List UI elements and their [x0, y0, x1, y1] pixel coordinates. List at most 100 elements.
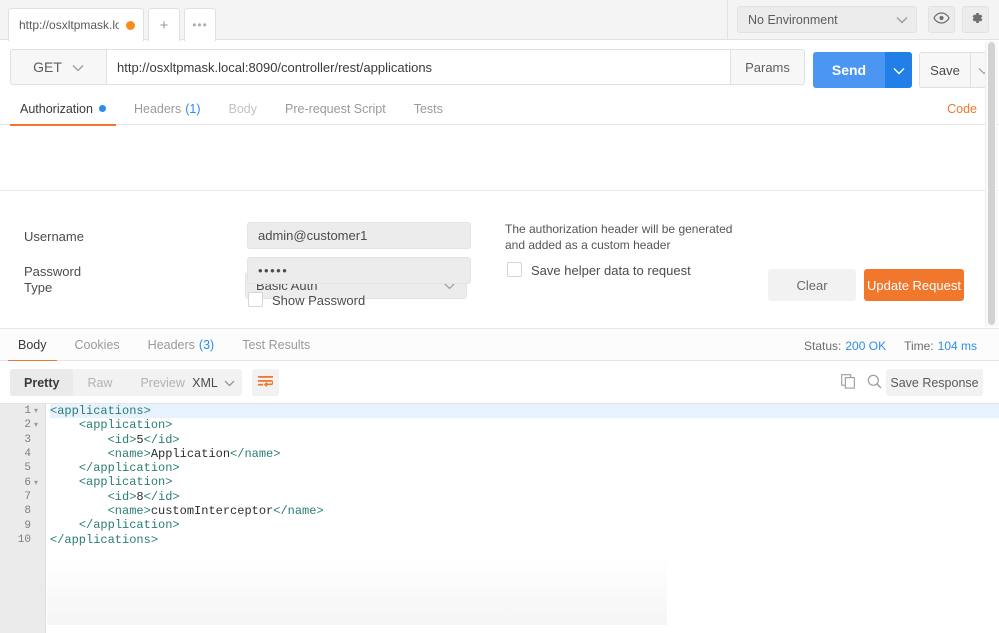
- response-tab-headers[interactable]: Headers (3): [138, 329, 225, 361]
- response-tab-body[interactable]: Body: [8, 329, 57, 362]
- tab-body[interactable]: Body: [219, 93, 268, 125]
- send-button[interactable]: Send: [813, 52, 885, 88]
- code-link-label: Code: [947, 102, 977, 116]
- auth-help-text: The authorization header will be generat…: [505, 222, 733, 252]
- view-mode-pretty[interactable]: Pretty: [10, 369, 74, 396]
- username-label: Username: [24, 229, 84, 244]
- password-input[interactable]: •••••: [247, 257, 471, 284]
- view-mode-preview-label: Preview: [140, 375, 185, 390]
- response-toolbar: Pretty Raw Preview XML Save Response: [0, 361, 999, 403]
- response-body-editor[interactable]: 1 ▾ 2 ▾ 3 4 5 6 ▾ 7 8 9 10 <applications> <applicati…: [0, 403, 999, 633]
- editor-line-number: 1 ▾: [24, 405, 38, 418]
- response-format-selector[interactable]: XML: [185, 369, 242, 396]
- request-section-tabs: Authorization Headers (1) Body Pre-reque…: [0, 93, 999, 126]
- send-options-button[interactable]: [885, 52, 912, 88]
- request-pane-scrollbar-thumb[interactable]: [988, 42, 995, 325]
- gear-icon: [968, 10, 984, 29]
- params-button-label: Params: [745, 59, 790, 75]
- copy-icon: [840, 374, 856, 392]
- unsaved-dot-icon: [126, 20, 135, 30]
- auth-section-divider: [0, 190, 999, 191]
- response-status-bar: Status: 200 OK Time: 104 ms: [804, 329, 977, 362]
- update-request-button-label: Update Request: [867, 277, 961, 293]
- auth-type-row: Type Basic Auth Clear Update Request: [0, 126, 999, 301]
- chevron-down-icon: [893, 63, 905, 78]
- view-mode-raw-label: Raw: [87, 375, 113, 390]
- settings-button[interactable]: [962, 6, 989, 33]
- editor-line-number-gutter: 1 ▾ 2 ▾ 3 4 5 6 ▾ 7 8 9 10: [0, 404, 46, 633]
- editor-line-number: 8: [24, 505, 31, 518]
- response-section-tabs: Body Cookies Headers (3) Test Results St…: [0, 328, 999, 362]
- tab-headers-count: (1): [185, 101, 201, 116]
- tab-headers[interactable]: Headers (1): [124, 93, 211, 125]
- more-tabs-button[interactable]: •••: [184, 8, 216, 41]
- save-response-button-label: Save Response: [890, 375, 979, 390]
- username-input-value: admin@customer1: [258, 228, 368, 243]
- response-tab-cookies-label: Cookies: [74, 337, 120, 352]
- environment-quick-look-button[interactable]: [928, 6, 955, 33]
- editor-line-number: 4: [24, 448, 31, 461]
- environment-selector-label: No Environment: [748, 12, 838, 27]
- save-response-button[interactable]: Save Response: [886, 369, 983, 396]
- response-tab-body-label: Body: [18, 337, 47, 352]
- tab-pre-request-script-label: Pre-request Script: [285, 101, 386, 116]
- editor-code-line[interactable]: <application>: [50, 418, 999, 432]
- chevron-down-icon: [896, 13, 908, 27]
- editor-code-line[interactable]: <name>customInterceptor</name>: [50, 504, 999, 518]
- auth-configured-dot-icon: [98, 105, 106, 112]
- editor-code-line[interactable]: <id>8</id>: [50, 490, 999, 504]
- topbar-divider: [727, 0, 728, 40]
- clear-auth-button[interactable]: Clear: [768, 269, 856, 301]
- word-wrap-toggle[interactable]: [252, 369, 279, 396]
- params-button[interactable]: Params: [731, 49, 805, 85]
- eye-icon: [933, 12, 950, 27]
- chevron-down-icon: [72, 59, 84, 75]
- editor-line-number: 5: [24, 462, 31, 475]
- save-helper-data-checkbox[interactable]: [507, 262, 522, 277]
- editor-code-line[interactable]: <application>: [50, 475, 999, 489]
- top-bar: http://osxltpmask.loca + ••• No Environm…: [0, 0, 999, 41]
- username-input[interactable]: admin@customer1: [247, 222, 471, 249]
- update-request-button[interactable]: Update Request: [864, 269, 964, 301]
- response-tab-test-results[interactable]: Test Results: [232, 329, 320, 361]
- new-tab-button[interactable]: +: [148, 8, 180, 41]
- editor-code-area[interactable]: <applications> <application> <id>5</id> …: [47, 404, 999, 633]
- editor-code-line[interactable]: </application>: [50, 461, 999, 475]
- request-tab-label: http://osxltpmask.loca: [19, 18, 119, 32]
- show-password-checkbox[interactable]: [248, 292, 263, 307]
- save-button-label: Save: [930, 62, 960, 78]
- postman-window: http://osxltpmask.loca + ••• No Environm…: [0, 0, 999, 633]
- code-link[interactable]: Code: [947, 93, 977, 125]
- editor-line-number: 10: [17, 533, 31, 546]
- http-method-selector[interactable]: GET: [10, 49, 106, 85]
- copy-response-button[interactable]: [838, 373, 858, 393]
- environment-selector[interactable]: No Environment: [737, 6, 917, 33]
- search-icon: [867, 374, 882, 392]
- tab-tests[interactable]: Tests: [404, 93, 453, 125]
- search-response-button[interactable]: [864, 373, 884, 393]
- view-mode-pretty-label: Pretty: [24, 375, 60, 390]
- time-label: Time:: [904, 338, 934, 353]
- tab-tests-label: Tests: [413, 101, 443, 116]
- response-tab-cookies[interactable]: Cookies: [65, 329, 130, 361]
- editor-code-line[interactable]: <name>Application</name>: [50, 447, 999, 461]
- response-tab-headers-label: Headers: [147, 337, 195, 352]
- url-input-value: http://osxltpmask.local:8090/controller/…: [117, 59, 433, 75]
- editor-code-line[interactable]: <id>5</id>: [50, 433, 999, 447]
- request-tab[interactable]: http://osxltpmask.loca: [8, 8, 144, 41]
- tab-pre-request-script[interactable]: Pre-request Script: [275, 93, 396, 125]
- editor-code-line[interactable]: </application>: [50, 518, 999, 532]
- editor-line-number: 9: [24, 519, 31, 532]
- url-input[interactable]: http://osxltpmask.local:8090/controller/…: [106, 49, 731, 85]
- editor-line-number: 3: [24, 433, 31, 446]
- send-button-label: Send: [831, 62, 867, 78]
- save-button[interactable]: Save: [919, 52, 970, 88]
- http-method-label: GET: [33, 59, 62, 75]
- tab-authorization[interactable]: Authorization: [10, 93, 116, 126]
- view-mode-raw[interactable]: Raw: [73, 369, 126, 396]
- status-label: Status:: [804, 338, 842, 353]
- editor-code-line[interactable]: </applications>: [50, 533, 999, 547]
- editor-line-number: 2 ▾: [24, 419, 38, 432]
- editor-code-line[interactable]: <applications>: [50, 404, 999, 419]
- editor-line-number: 6 ▾: [24, 476, 38, 489]
